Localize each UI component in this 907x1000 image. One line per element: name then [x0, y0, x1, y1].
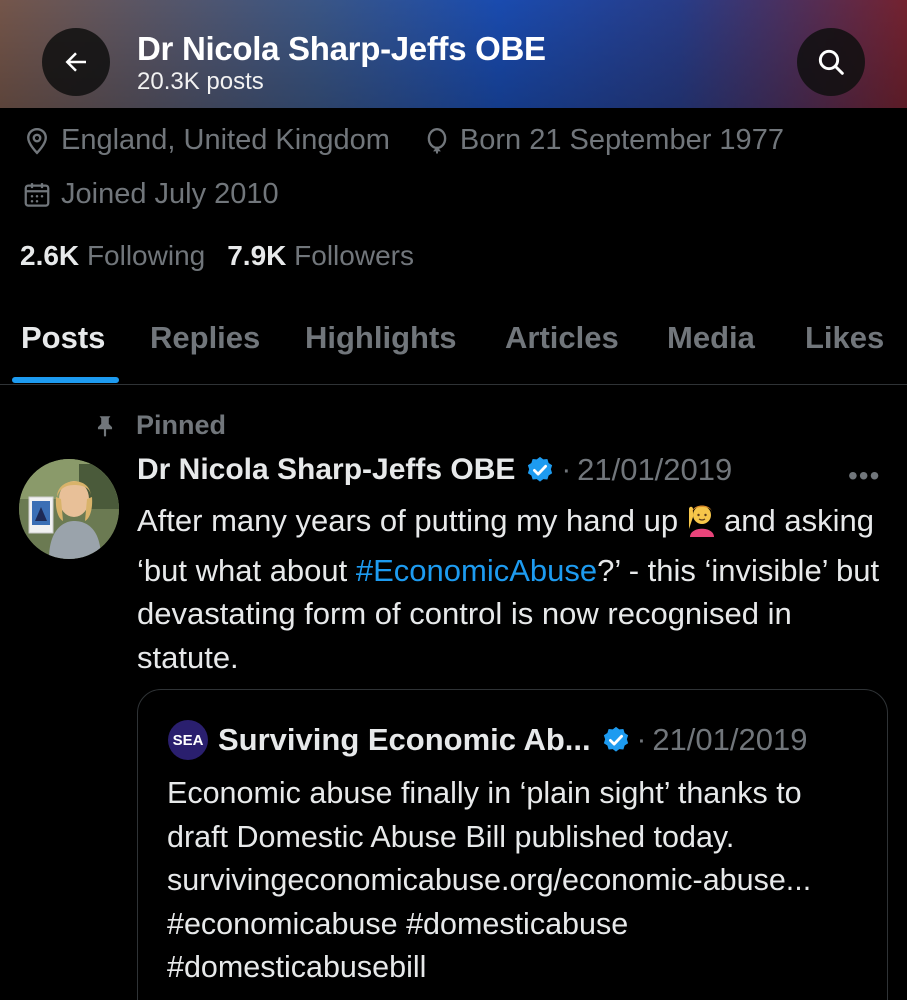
avatar[interactable]	[19, 459, 119, 559]
separator-dot: ·	[636, 723, 647, 756]
profile-tabs: Posts Replies Highlights Articles Media …	[0, 300, 907, 385]
post-count: 20.3K posts	[137, 68, 264, 95]
calendar-icon	[24, 182, 50, 207]
post-header: Dr Nicola Sharp-Jeffs OBE · 21/01/2019	[137, 452, 732, 488]
location-text: England, United Kingdom	[61, 124, 390, 156]
quoted-post-header: SEA Surviving Economic Ab... · 21/01/201…	[168, 720, 807, 760]
tab-articles[interactable]: Articles	[505, 320, 619, 356]
verified-badge-icon	[603, 726, 628, 752]
quoted-text: Economic abuse finally in ‘plain sight’ …	[167, 776, 812, 984]
tab-likes[interactable]: Likes	[805, 320, 884, 356]
tab-media[interactable]: Media	[667, 320, 755, 356]
profile-photo	[19, 459, 119, 559]
post-date[interactable]: 21/01/2019	[577, 452, 732, 488]
quoted-post[interactable]: SEA Surviving Economic Ab... · 21/01/201…	[137, 689, 888, 1000]
back-button[interactable]	[42, 28, 110, 96]
followers-count: 7.9K	[227, 240, 287, 271]
joined-row: Joined July 2010	[22, 178, 279, 211]
pinned-indicator: Pinned	[92, 410, 226, 441]
hashtag-link[interactable]: #EconomicAbuse	[356, 553, 597, 588]
birthday-balloon-icon	[427, 127, 447, 153]
joined-text: Joined July 2010	[61, 178, 279, 210]
post-text: After many years of putting my hand up an…	[137, 499, 882, 679]
header-title: Dr Nicola Sharp-Jeffs OBE	[137, 30, 546, 67]
following-count: 2.6K	[20, 240, 80, 271]
quoted-date[interactable]: 21/01/2019	[652, 722, 807, 758]
more-options-icon[interactable]: •••	[848, 460, 880, 492]
search-icon	[818, 49, 844, 75]
active-tab-indicator	[12, 377, 119, 383]
separator-dot: ·	[561, 453, 572, 486]
verified-badge-icon	[528, 456, 553, 482]
quoted-avatar[interactable]: SEA	[168, 720, 208, 760]
tab-posts[interactable]: Posts	[21, 320, 105, 356]
location-row: England, United Kingdom Born 21 Septembe…	[22, 124, 784, 157]
pin-icon	[97, 415, 113, 437]
location-pin-icon	[27, 127, 47, 155]
tab-highlights[interactable]: Highlights	[305, 320, 457, 356]
followers-label: Followers	[294, 240, 414, 271]
post-text-part1: After many years of putting my hand up	[137, 503, 679, 538]
back-arrow-icon	[65, 52, 86, 72]
raising-hand-emoji-icon	[682, 499, 720, 549]
tab-replies[interactable]: Replies	[150, 320, 260, 356]
following-link[interactable]: 2.6K Following	[20, 240, 205, 272]
following-label: Following	[86, 240, 206, 271]
pinned-label: Pinned	[136, 410, 227, 440]
profile-header: Dr Nicola Sharp-Jeffs OBE 20.3K posts	[0, 0, 907, 108]
quoted-author[interactable]: Surviving Economic Ab...	[218, 722, 591, 758]
followers-link[interactable]: 7.9K Followers	[227, 240, 414, 272]
search-button[interactable]	[797, 28, 865, 96]
follow-stats: 2.6K Following 7.9K Followers	[20, 240, 414, 272]
post-author[interactable]: Dr Nicola Sharp-Jeffs OBE	[137, 453, 515, 487]
born-text: Born 21 September 1977	[459, 124, 784, 156]
